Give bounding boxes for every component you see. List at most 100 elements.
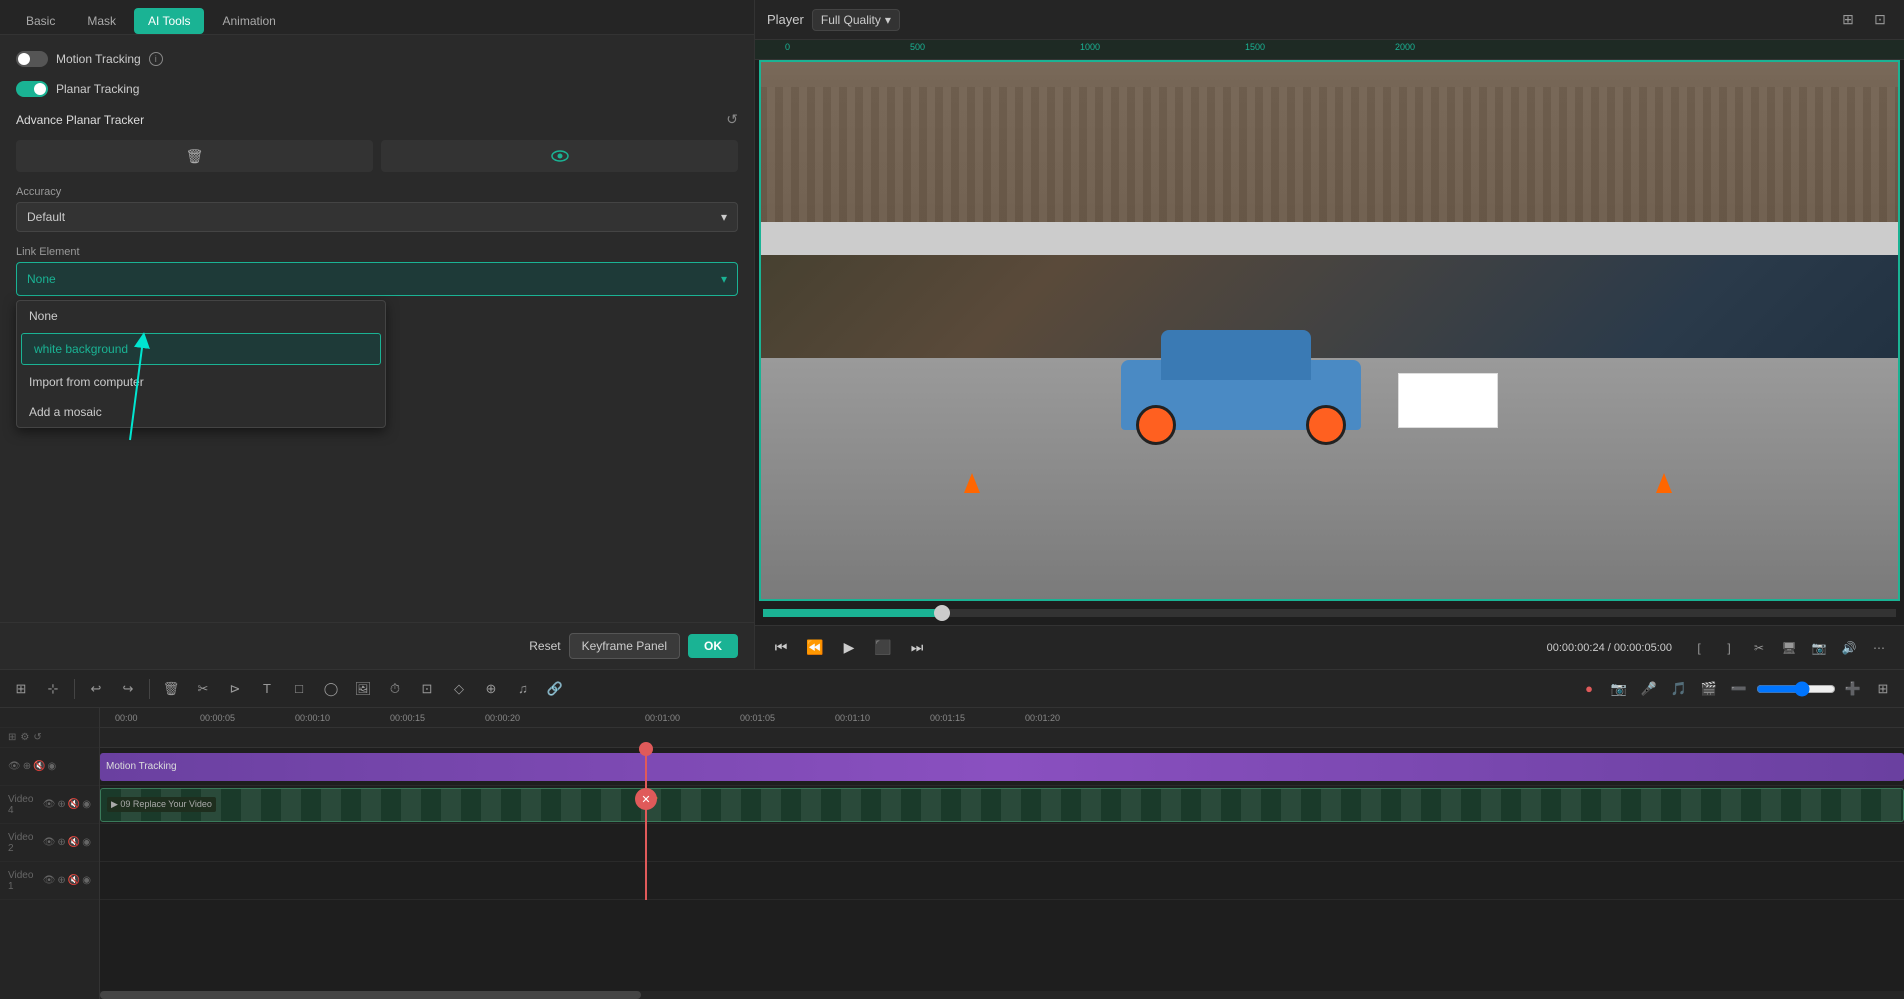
- motion-tracking-info-icon[interactable]: i: [149, 52, 163, 66]
- play-btn[interactable]: ▶: [835, 634, 863, 662]
- player-layout-icon[interactable]: ⊞: [1836, 8, 1860, 32]
- more-btn[interactable]: ⋯: [1866, 635, 1892, 661]
- playhead-marker: [639, 742, 653, 756]
- add-icon-v1[interactable]: ⊕: [57, 875, 65, 886]
- track-row-overlay: Motion Tracking: [100, 748, 1904, 786]
- planar-tracking-label: Planar Tracking: [56, 82, 139, 96]
- timeline-handle[interactable]: [934, 605, 950, 621]
- tl-audio2-btn[interactable]: 🎵: [1666, 676, 1692, 702]
- track-labels: ⊞ ⚙ ↺ 👁 ⊕ 🔇 ◉ Video 4 👁 ⊕ 🔇 ◉: [0, 708, 100, 999]
- dropdown-item-white-background[interactable]: white background: [21, 333, 381, 365]
- dropdown-item-none[interactable]: None: [17, 301, 385, 331]
- visible-icon-v4-overlay[interactable]: ◉: [48, 761, 57, 772]
- tl-pan-btn[interactable]: ⊕: [478, 676, 504, 702]
- dropdown-item-mosaic[interactable]: Add a mosaic: [17, 397, 385, 427]
- eye-icon-v1[interactable]: 👁: [43, 875, 56, 886]
- eye-icon-v4[interactable]: 👁: [43, 799, 56, 810]
- zoom-slider[interactable]: [1756, 681, 1836, 697]
- tl-mode-btn[interactable]: ⊞: [8, 676, 34, 702]
- refresh-track-icon[interactable]: ↺: [33, 732, 41, 743]
- tl-undo-btn[interactable]: ↩: [83, 676, 109, 702]
- tl-link-btn[interactable]: 🔗: [542, 676, 568, 702]
- track-row-video4: ▶ 09 Replace Your Video: [100, 786, 1904, 824]
- playhead[interactable]: ✕: [645, 748, 647, 900]
- add-icon-v4-overlay[interactable]: ⊕: [23, 761, 31, 772]
- reset-button[interactable]: Reset: [529, 639, 560, 653]
- tracker-reset-icon[interactable]: ↺: [726, 111, 738, 128]
- tab-animation[interactable]: Animation: [208, 8, 289, 34]
- skip-fwd-btn[interactable]: ⏭: [903, 634, 931, 662]
- tl-delete-btn[interactable]: 🗑: [158, 676, 184, 702]
- mute-icon-v4[interactable]: 🔇: [68, 799, 80, 810]
- track-name-v1: Video 1: [8, 870, 39, 892]
- frame-back-btn[interactable]: ⏪: [801, 634, 829, 662]
- add-track-icon[interactable]: ⊞: [8, 732, 16, 743]
- tab-ai-tools[interactable]: AI Tools: [134, 8, 204, 34]
- tl-circle-btn[interactable]: ◯: [318, 676, 344, 702]
- timeline-section: ⊞ ⊹ ↩ ↪ 🗑 ✂ ⊳ T □ ◯ 🖼 ⏱ ⊡ ◇ ⊕ ♫ 🔗 ● 📷 🎤 …: [0, 669, 1904, 999]
- tl-select-btn[interactable]: ⊹: [40, 676, 66, 702]
- tracker-delete-btn[interactable]: 🗑: [16, 140, 373, 172]
- tab-basic[interactable]: Basic: [12, 8, 69, 34]
- tl-redo-btn[interactable]: ↪: [115, 676, 141, 702]
- visible-icon-v1[interactable]: ◉: [82, 875, 91, 886]
- tl-zoom-out-btn[interactable]: ➖: [1726, 676, 1752, 702]
- quality-select[interactable]: Full Quality ▾: [812, 9, 900, 31]
- tl-record-btn[interactable]: ●: [1576, 676, 1602, 702]
- eye-icon-v2[interactable]: 👁: [43, 837, 56, 848]
- settings-track-icon[interactable]: ⚙: [20, 732, 29, 743]
- tl-resize-btn[interactable]: ⊡: [414, 676, 440, 702]
- scrollbar-thumb[interactable]: [100, 991, 641, 999]
- tab-mask[interactable]: Mask: [73, 8, 130, 34]
- stop-btn[interactable]: ⬛: [869, 634, 897, 662]
- mute-icon-v2[interactable]: 🔇: [68, 837, 80, 848]
- bracket-left-btn[interactable]: [: [1686, 635, 1712, 661]
- keyframe-panel-button[interactable]: Keyframe Panel: [569, 633, 680, 659]
- tl-zoom-in-btn[interactable]: ➕: [1840, 676, 1866, 702]
- advance-tracker-title: Advance Planar Tracker ↺: [16, 111, 738, 128]
- player-header-icons: ⊞ ⊡: [1836, 8, 1892, 32]
- clip-white-background[interactable]: Motion Tracking: [100, 753, 1904, 781]
- link-element-dropdown-trigger[interactable]: None ▾: [16, 262, 738, 296]
- accuracy-select[interactable]: Default ▾: [16, 202, 738, 232]
- planar-tracking-row: Planar Tracking: [16, 81, 738, 97]
- tl-camera-btn[interactable]: 📷: [1606, 676, 1632, 702]
- tl-mic-btn[interactable]: 🎤: [1636, 676, 1662, 702]
- add-icon-v4[interactable]: ⊕: [57, 799, 65, 810]
- dropdown-item-import[interactable]: Import from computer: [17, 367, 385, 397]
- monitor-btn[interactable]: 🖥: [1776, 635, 1802, 661]
- tl-timer-btn[interactable]: ⏱: [382, 676, 408, 702]
- screenshot-btn[interactable]: 📷: [1806, 635, 1832, 661]
- skip-back-btn[interactable]: ⏮: [767, 634, 795, 662]
- player-popout-icon[interactable]: ⊡: [1868, 8, 1892, 32]
- tl-shape-btn[interactable]: □: [286, 676, 312, 702]
- eye-icon-v4-overlay[interactable]: 👁: [8, 761, 21, 772]
- motion-tracking-toggle[interactable]: [16, 51, 48, 67]
- tl-grid-btn[interactable]: ⊞: [1870, 676, 1896, 702]
- tl-audio-btn[interactable]: ♫: [510, 676, 536, 702]
- tracker-buttons: 🗑: [16, 140, 738, 172]
- visible-icon-v4[interactable]: ◉: [82, 799, 91, 810]
- mute-icon-v4-overlay[interactable]: 🔇: [33, 761, 45, 772]
- tl-separator-2: [149, 679, 150, 699]
- tracker-view-btn[interactable]: [381, 140, 738, 172]
- clip-replace-video[interactable]: ▶ 09 Replace Your Video: [100, 788, 1904, 822]
- track-label-v2: Video 2 👁 ⊕ 🔇 ◉: [0, 824, 99, 862]
- track-icons-v1: 👁 ⊕ 🔇 ◉: [43, 875, 91, 886]
- ok-button[interactable]: OK: [688, 634, 738, 658]
- tl-video-btn[interactable]: 🎬: [1696, 676, 1722, 702]
- volume-btn[interactable]: 🔊: [1836, 635, 1862, 661]
- planar-tracking-toggle[interactable]: [16, 81, 48, 97]
- tl-diamond-btn[interactable]: ◇: [446, 676, 472, 702]
- add-icon-v2[interactable]: ⊕: [57, 837, 65, 848]
- crop-btn[interactable]: ✂: [1746, 635, 1772, 661]
- tl-cut-btn[interactable]: ✂: [190, 676, 216, 702]
- tl-img-btn[interactable]: 🖼: [350, 676, 376, 702]
- tl-text-btn[interactable]: T: [254, 676, 280, 702]
- bracket-right-btn[interactable]: ]: [1716, 635, 1742, 661]
- player-timeline[interactable]: [763, 609, 1896, 617]
- mute-icon-v1[interactable]: 🔇: [68, 875, 80, 886]
- tl-split-btn[interactable]: ⊳: [222, 676, 248, 702]
- timeline-scrollbar[interactable]: [100, 991, 1904, 999]
- visible-icon-v2[interactable]: ◉: [82, 837, 91, 848]
